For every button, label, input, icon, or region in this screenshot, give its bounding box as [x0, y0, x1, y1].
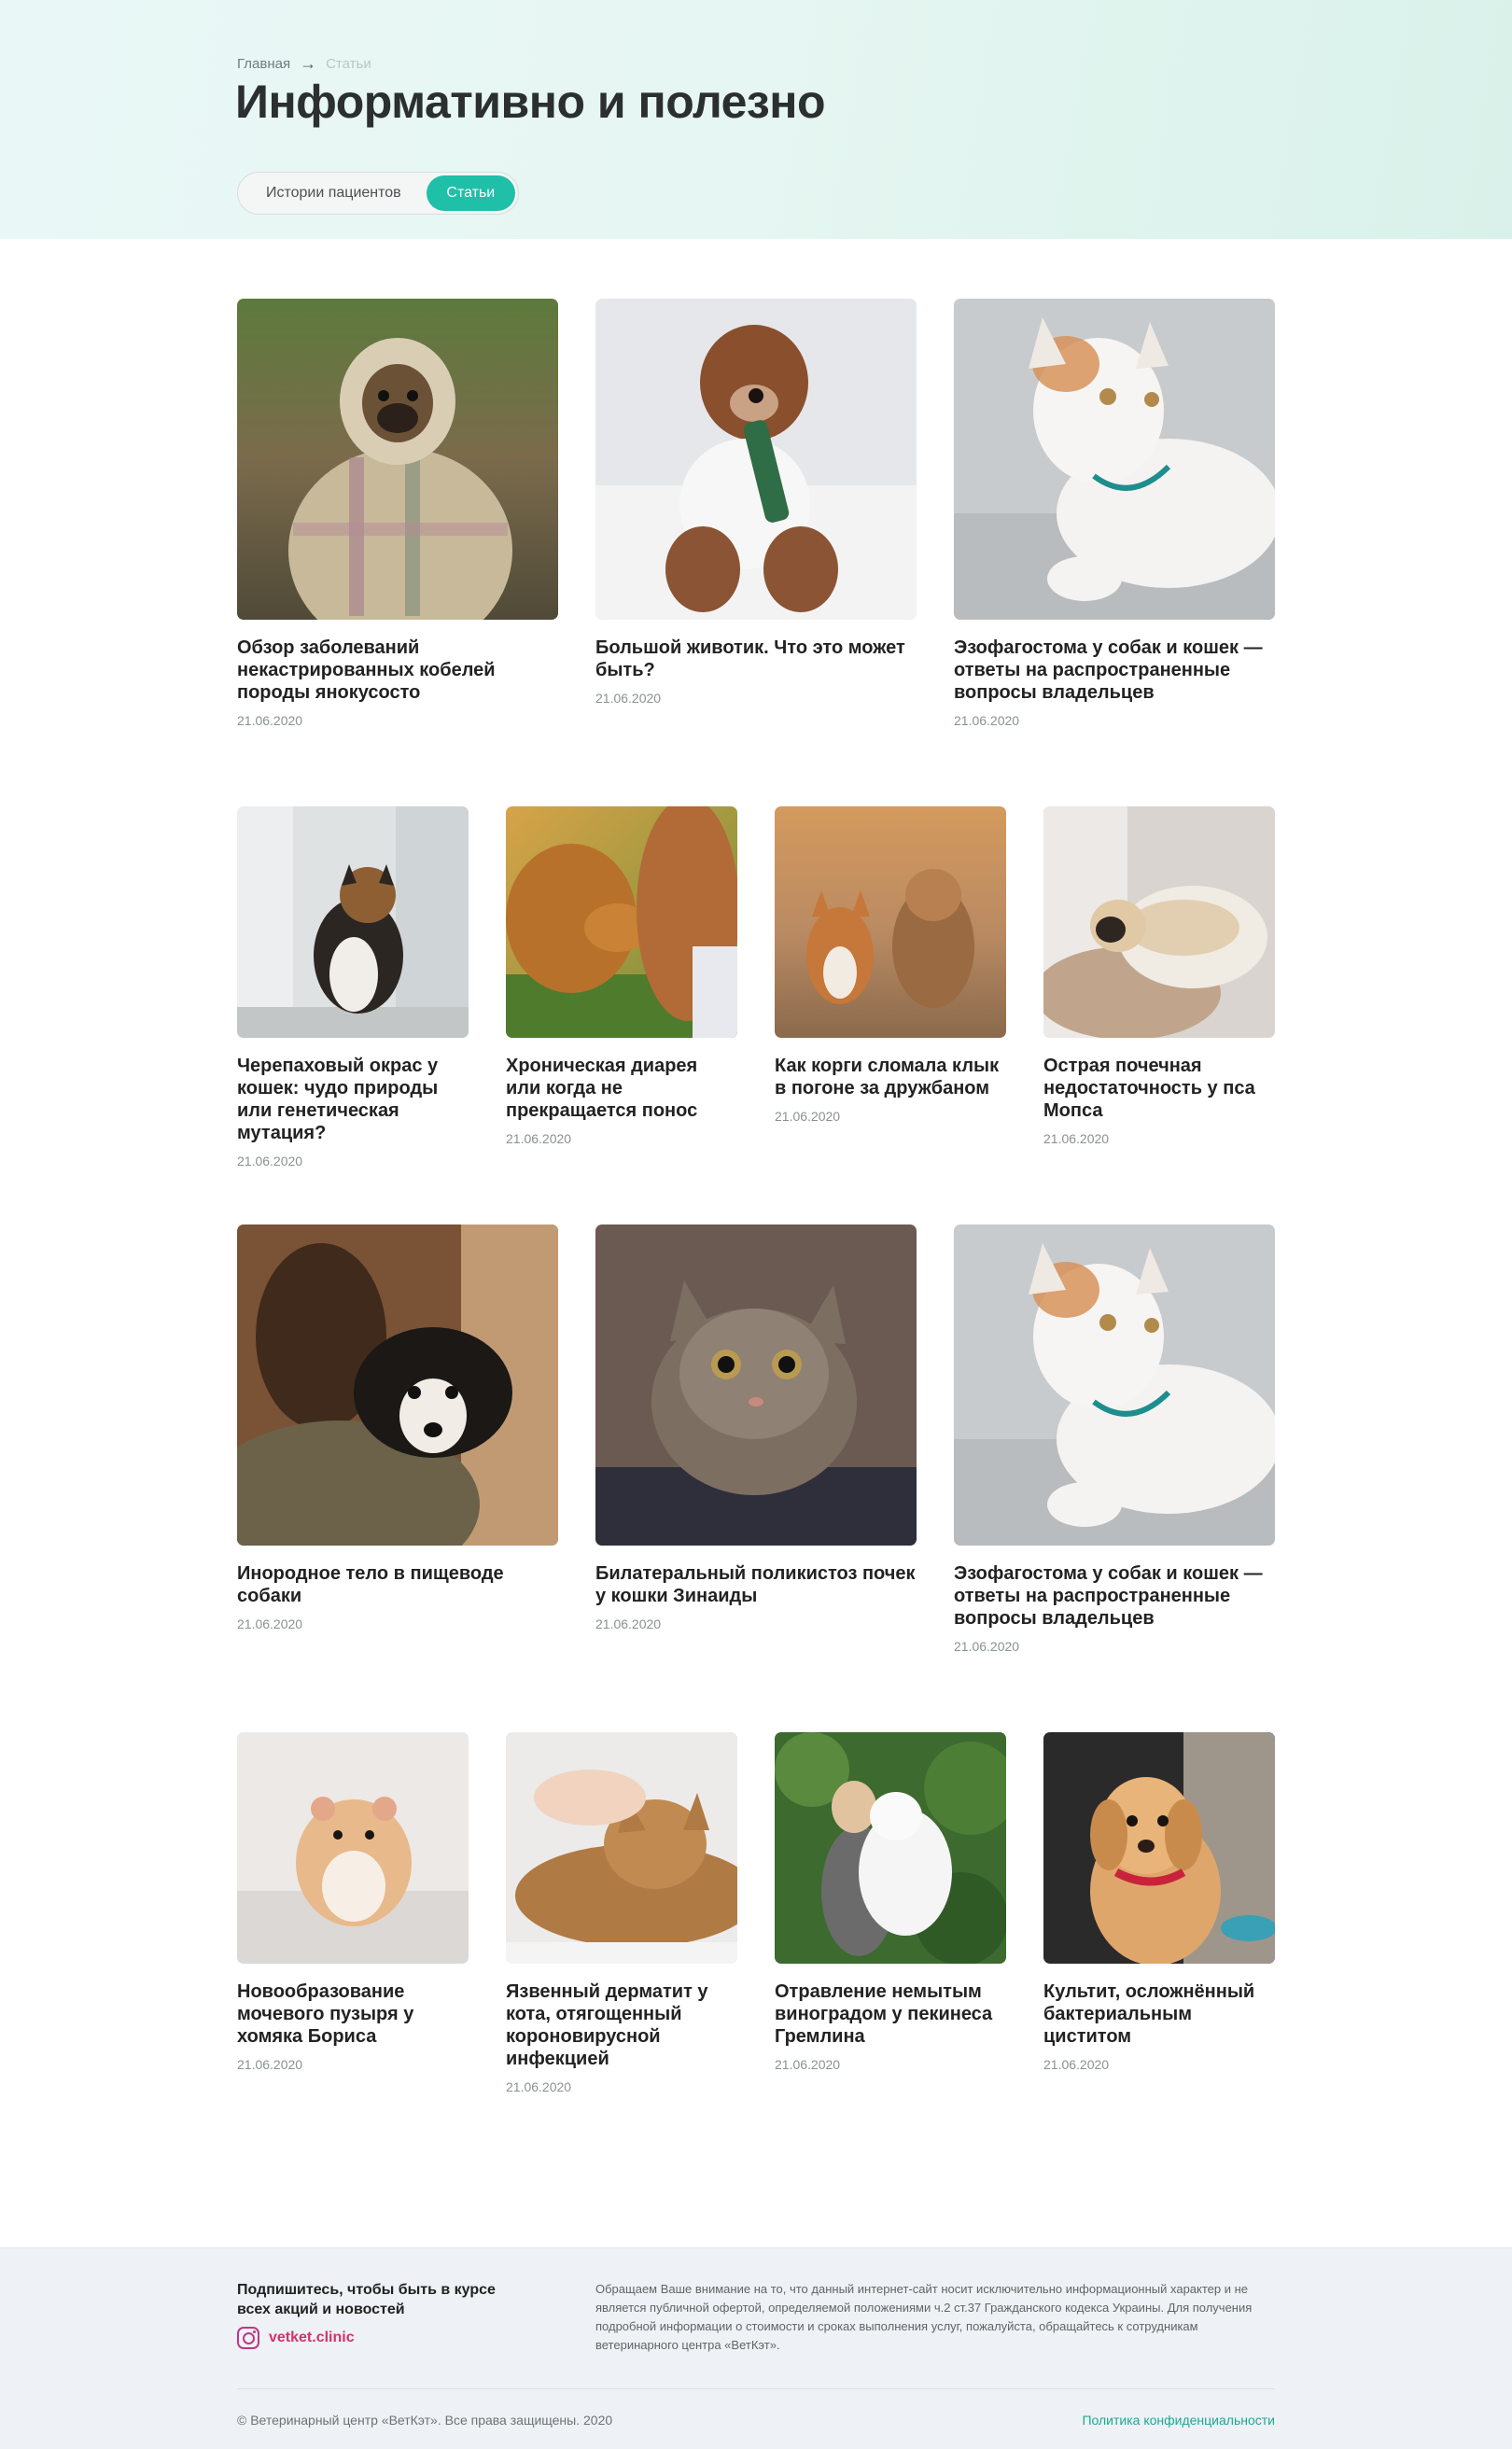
breadcrumb-current: Статьи	[326, 56, 371, 72]
article-image-pug-on-sofa[interactable]	[1043, 806, 1275, 1038]
article-date: 21.06.2020	[954, 713, 1020, 728]
tab-articles[interactable]: Статьи	[426, 175, 515, 211]
article-date: 21.06.2020	[775, 2057, 841, 2072]
article-title[interactable]: Большой животик. Что это может быть?	[595, 637, 917, 681]
article-card[interactable]: Хроническая диарея или когда не прекраща…	[506, 806, 737, 1146]
article-date: 21.06.2020	[237, 2057, 303, 2072]
footer: Подпишитесь, чтобы быть в курсе всех акц…	[0, 2247, 1512, 2449]
article-card[interactable]: Большой животик. Что это может быть? 21.…	[595, 299, 917, 706]
article-image-bengal-cat-petted[interactable]	[506, 1732, 737, 1964]
article-title[interactable]: Обзор заболеваний некастрированных кобел…	[237, 637, 558, 704]
article-title[interactable]: Черепаховый окрас у кошек: чудо природы …	[237, 1055, 469, 1144]
article-image-woman-with-white-dog[interactable]	[775, 1732, 1006, 1964]
article-card[interactable]: Острая почечная недостаточность у пса Мо…	[1043, 806, 1275, 1146]
arrow-right-icon: →	[300, 54, 317, 73]
article-image-tabby-cat[interactable]	[595, 1224, 917, 1546]
subscribe-title: Подпишитесь, чтобы быть в курсе всех акц…	[237, 2282, 496, 2317]
article-title[interactable]: Инородное тело в пищеводе собаки	[237, 1562, 558, 1607]
article-title[interactable]: Эзофагостома у собак и кошек — ответы на…	[954, 637, 1275, 704]
page-header: Главная → Статьи Информативно и полезно …	[0, 0, 1512, 239]
article-image-puppy-with-bottle[interactable]	[595, 299, 917, 620]
article-card[interactable]: Эзофагостома у собак и кошек — ответы на…	[954, 1224, 1275, 1654]
article-date: 21.06.2020	[237, 713, 303, 728]
article-title[interactable]: Культит, осложнённый бактериальным цисти…	[1043, 1980, 1275, 2048]
article-title[interactable]: Язвенный дерматит у кота, отягощенный ко…	[506, 1980, 737, 2070]
article-title[interactable]: Новообразование мочевого пузыря у хомяка…	[237, 1980, 469, 2048]
breadcrumb: Главная → Статьи	[237, 54, 371, 74]
copyright: © Ветеринарный центр «ВетКэт». Все права…	[237, 2413, 613, 2428]
article-date: 21.06.2020	[595, 1616, 662, 1631]
privacy-policy-link[interactable]: Политика конфиденциальности	[1082, 2413, 1275, 2428]
article-title[interactable]: Эзофагостома у собак и кошек — ответы на…	[954, 1562, 1275, 1630]
article-image-white-cat-on-sofa[interactable]	[954, 299, 1275, 620]
article-date: 21.06.2020	[775, 1109, 841, 1124]
page-title: Информативно и полезно	[235, 76, 826, 128]
article-date: 21.06.2020	[506, 2079, 572, 2094]
article-title[interactable]: Острая почечная недостаточность у пса Мо…	[1043, 1055, 1275, 1122]
article-image-woman-holding-puppy[interactable]	[237, 1224, 558, 1546]
breadcrumb-home-link[interactable]: Главная	[237, 56, 290, 72]
instagram-handle[interactable]: vetket.clinic	[269, 2330, 355, 2346]
article-card[interactable]: Черепаховый окрас у кошек: чудо природы …	[237, 806, 469, 1169]
article-image-calico-cat-at-window[interactable]	[237, 806, 469, 1038]
article-title[interactable]: Как корги сломала клык в погоне за дружб…	[775, 1055, 1006, 1099]
article-date: 21.06.2020	[237, 1154, 303, 1169]
article-date: 21.06.2020	[1043, 2057, 1110, 2072]
tabs-switcher: Истории пациентов Статьи	[237, 172, 519, 215]
article-title[interactable]: Отравление немытым виноградом у пекинеса…	[775, 1980, 1006, 2048]
article-date: 21.06.2020	[237, 1616, 303, 1631]
legal-disclaimer: Обращаем Ваше внимание на то, что данный…	[595, 2282, 1253, 2352]
article-date: 21.06.2020	[595, 691, 662, 706]
article-card[interactable]: Обзор заболеваний некастрированных кобел…	[237, 299, 558, 728]
article-date: 21.06.2020	[1043, 1131, 1110, 1146]
instagram-link[interactable]: vetket.clinic	[237, 2327, 355, 2349]
instagram-icon	[237, 2327, 259, 2349]
article-card[interactable]: Билатеральный поликистоз почек у кошки З…	[595, 1224, 917, 1631]
article-image-golden-retriever-with-girl[interactable]	[506, 806, 737, 1038]
article-image-corgi-and-terrier[interactable]	[775, 806, 1006, 1038]
footer-divider	[237, 2388, 1275, 2389]
article-card[interactable]: Новообразование мочевого пузыря у хомяка…	[237, 1732, 469, 2072]
article-image-hamster[interactable]	[237, 1732, 469, 1964]
article-card[interactable]: Отравление немытым виноградом у пекинеса…	[775, 1732, 1006, 2072]
article-card[interactable]: Эзофагостома у собак и кошек — ответы на…	[954, 299, 1275, 728]
article-card[interactable]: Как корги сломала клык в погоне за дружб…	[775, 806, 1006, 1124]
article-title[interactable]: Билатеральный поликистоз почек у кошки З…	[595, 1562, 917, 1607]
tab-patient-stories[interactable]: Истории пациентов	[241, 175, 427, 211]
article-card[interactable]: Культит, осложнённый бактериальным цисти…	[1043, 1732, 1275, 2072]
article-date: 21.06.2020	[506, 1131, 572, 1146]
article-image-white-cat-on-sofa[interactable]	[954, 1224, 1275, 1546]
article-title[interactable]: Хроническая диарея или когда не прекраща…	[506, 1055, 737, 1122]
article-image-golden-puppy[interactable]	[1043, 1732, 1275, 1964]
article-image-pug-in-blanket[interactable]	[237, 299, 558, 620]
article-card[interactable]: Язвенный дерматит у кота, отягощенный ко…	[506, 1732, 737, 2094]
article-card[interactable]: Инородное тело в пищеводе собаки 21.06.2…	[237, 1224, 558, 1631]
article-date: 21.06.2020	[954, 1639, 1020, 1654]
